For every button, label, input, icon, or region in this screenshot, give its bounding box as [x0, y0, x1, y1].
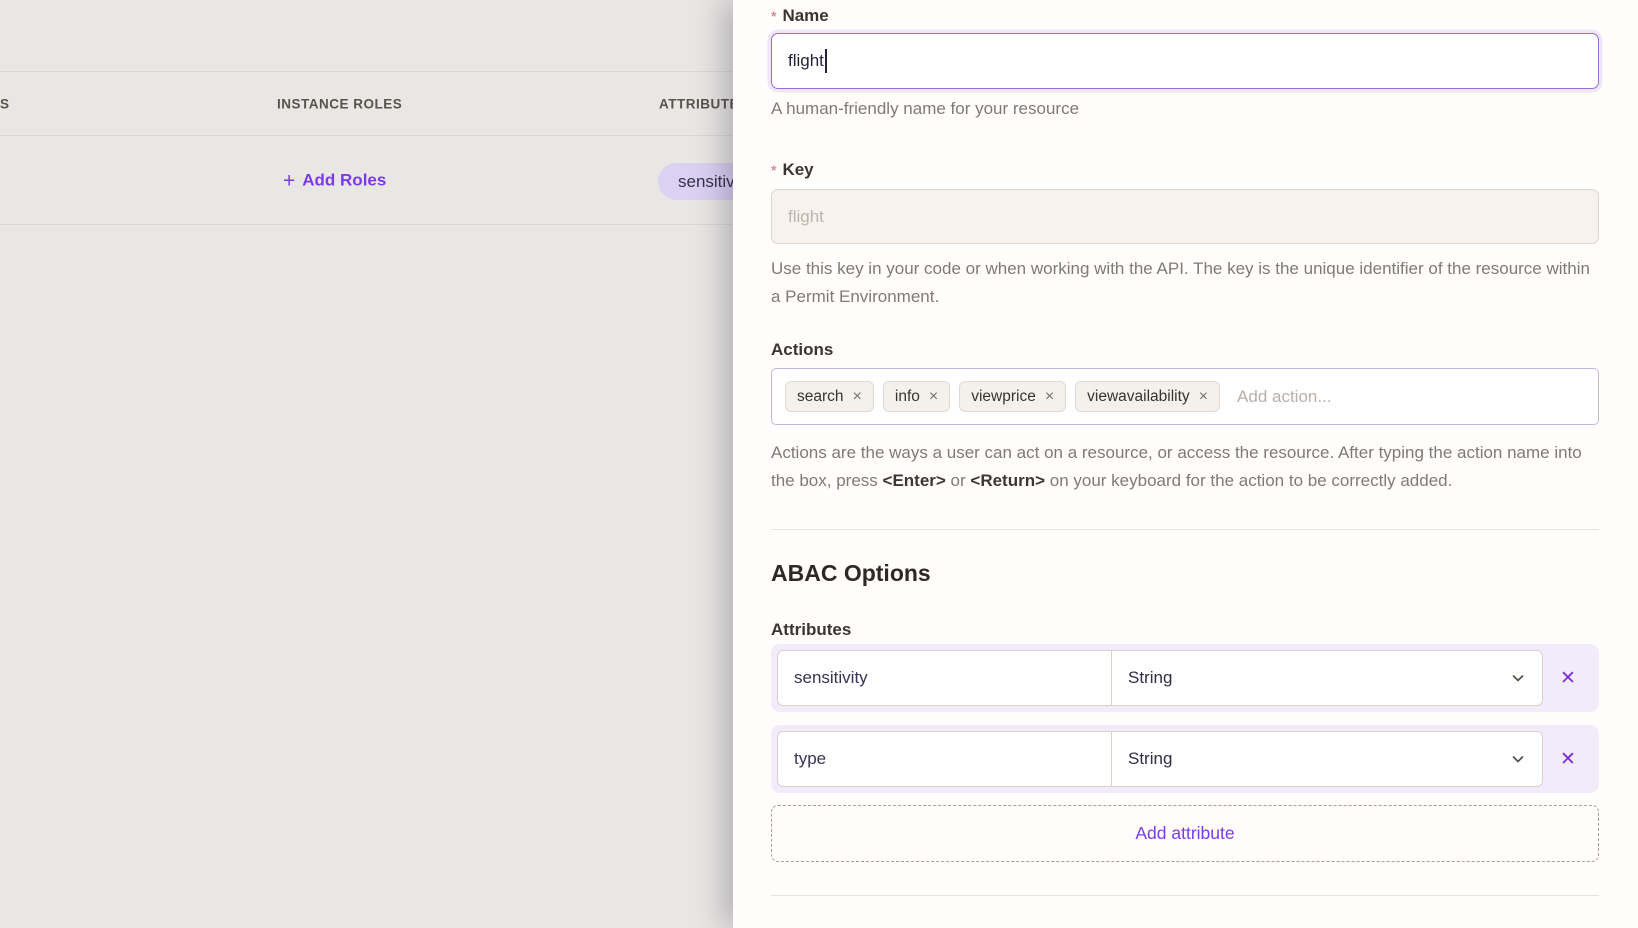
action-tag: viewavailability × [1075, 381, 1220, 412]
name-input[interactable]: flight [771, 33, 1599, 89]
actions-helper-part: or [946, 471, 971, 490]
key-label-text: Key [782, 160, 813, 180]
actions-tag-input[interactable]: search × info × viewprice × viewavailabi… [771, 368, 1599, 425]
actions-helper-part: on your keyboard for the action to be co… [1045, 471, 1452, 490]
attribute-type-select[interactable]: String [1111, 650, 1543, 706]
remove-attribute-icon: ✕ [1560, 667, 1576, 690]
attribute-row: sensitivity String ✕ [771, 644, 1599, 712]
attribute-row: type String ✕ [771, 725, 1599, 793]
attribute-type-value: String [1128, 749, 1172, 769]
remove-attribute-icon: ✕ [1560, 748, 1576, 771]
close-icon[interactable]: × [1199, 389, 1208, 405]
abac-options-heading: ABAC Options [771, 560, 1599, 586]
add-roles-button[interactable]: + Add Roles [283, 170, 386, 191]
attribute-type-select[interactable]: String [1111, 731, 1543, 787]
action-tag: viewprice × [959, 381, 1066, 412]
table-header-partial: S [0, 96, 10, 111]
key-helper-text: Use this key in your code or when workin… [771, 255, 1599, 311]
attributes-label: Attributes [771, 620, 1599, 640]
enter-key-label: <Enter> [883, 471, 946, 490]
add-attribute-button[interactable]: Add attribute [771, 805, 1599, 862]
attribute-name-input[interactable]: sensitivity [777, 650, 1111, 706]
action-tag: search × [785, 381, 874, 412]
name-input-value: flight [788, 51, 824, 71]
add-roles-label: Add Roles [302, 171, 386, 191]
section-divider [771, 529, 1599, 530]
action-tag-label: search [797, 388, 844, 406]
actions-field-label: Actions [771, 340, 1599, 360]
close-icon[interactable]: × [853, 389, 862, 405]
resource-edit-drawer: * Name flight A human-friendly name for … [733, 0, 1638, 928]
chevron-down-icon [1510, 751, 1526, 767]
attribute-name-value: sensitivity [794, 668, 868, 688]
chevron-down-icon [1510, 670, 1526, 686]
action-tag: info × [883, 381, 950, 412]
bottom-divider [771, 895, 1599, 896]
plus-icon: + [283, 170, 295, 191]
name-label-text: Name [782, 6, 828, 26]
close-icon[interactable]: × [929, 389, 938, 405]
required-asterisk: * [771, 160, 776, 179]
remove-attribute-button[interactable]: ✕ [1543, 748, 1593, 771]
add-attribute-label: Add attribute [1135, 823, 1234, 844]
attribute-type-value: String [1128, 668, 1172, 688]
attribute-name-value: type [794, 749, 826, 769]
close-icon[interactable]: × [1045, 389, 1054, 405]
key-input[interactable] [771, 189, 1599, 244]
actions-label-text: Actions [771, 340, 833, 360]
table-header-instance-roles: INSTANCE ROLES [277, 96, 402, 111]
key-field-label: * Key [771, 160, 1599, 180]
name-helper-text: A human-friendly name for your resource [771, 98, 1599, 120]
action-tag-label: viewprice [971, 388, 1036, 406]
attribute-name-input[interactable]: type [777, 731, 1111, 787]
action-tag-label: info [895, 388, 920, 406]
required-asterisk: * [771, 6, 776, 25]
add-action-placeholder: Add action... [1237, 387, 1332, 407]
actions-helper-text: Actions are the ways a user can act on a… [771, 439, 1599, 495]
remove-attribute-button[interactable]: ✕ [1543, 667, 1593, 690]
action-tag-label: viewavailability [1087, 388, 1190, 406]
return-key-label: <Return> [970, 471, 1045, 490]
name-field-label: * Name [771, 6, 1599, 26]
text-cursor [825, 49, 827, 73]
